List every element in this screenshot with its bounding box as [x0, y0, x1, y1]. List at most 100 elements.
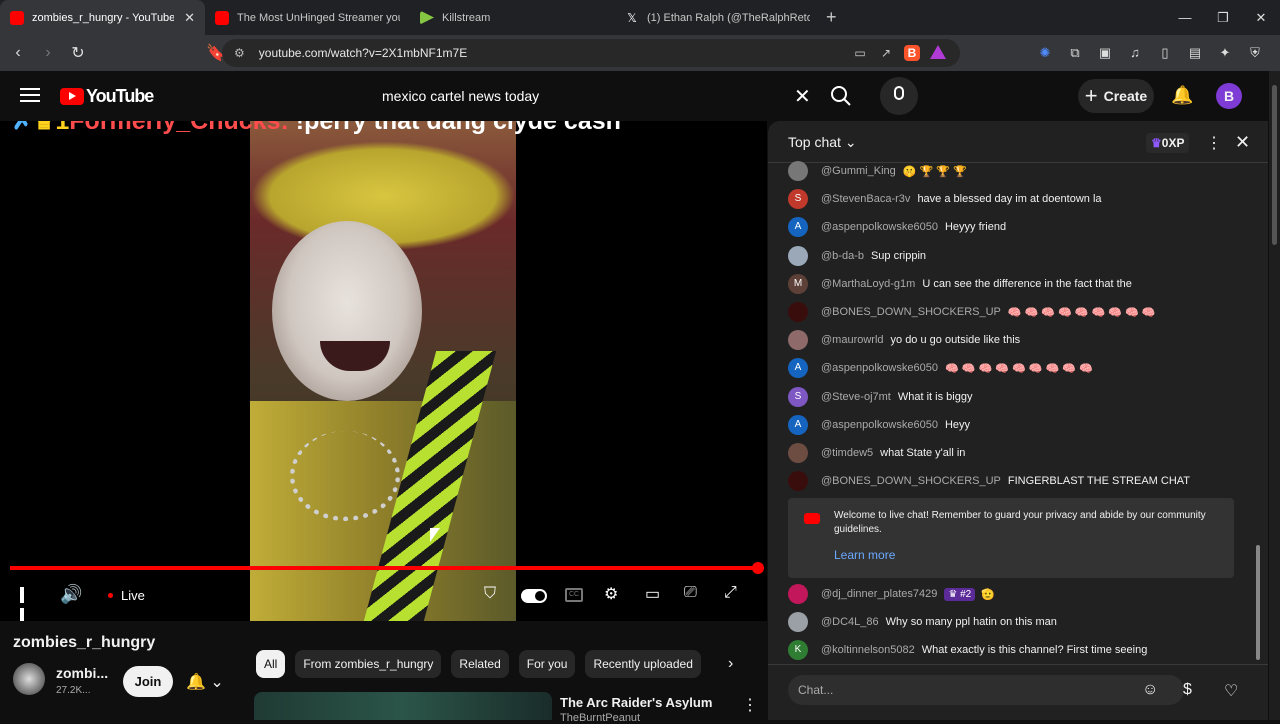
create-button[interactable]: + Create [1078, 79, 1154, 113]
close-chat-icon[interactable]: ✕ [1235, 132, 1250, 153]
super-chat-icon[interactable]: $ [1183, 681, 1192, 699]
search-input[interactable]: mexico cartel news today [368, 79, 822, 113]
heart-icon[interactable]: ♡ [1224, 681, 1238, 701]
maximize-button[interactable]: ❐ [1204, 0, 1242, 35]
progress-scrubber[interactable] [752, 562, 764, 574]
chat-author[interactable]: @aspenpolkowske6050 [821, 419, 938, 431]
cast-icon[interactable]: ⎚ [684, 584, 697, 602]
search-icon[interactable] [830, 85, 852, 107]
chat-more-icon[interactable]: ⋮ [1206, 133, 1222, 153]
chat-avatar[interactable]: K [788, 640, 808, 661]
chat-author[interactable]: @dj_dinner_plates7429 [821, 588, 937, 600]
settings-gear-icon[interactable]: ⚙ [604, 584, 618, 604]
tab-killstream[interactable]: Killstream [410, 0, 615, 35]
page-scrollbar-thumb[interactable] [1272, 85, 1277, 245]
theater-mode-icon[interactable]: ▭ [645, 584, 660, 604]
tab-twitter[interactable]: 𝕏 (1) Ethan Ralph (@TheRalphRetort) / [615, 0, 820, 35]
channel-avatar[interactable] [13, 663, 45, 695]
chat-avatar[interactable]: A [788, 358, 808, 379]
chat-avatar[interactable] [788, 471, 808, 492]
autoplay-toggle[interactable] [521, 589, 547, 603]
chat-message[interactable]: @timdew5 what State y'all in [788, 439, 1248, 467]
voice-search-button[interactable] [880, 77, 918, 115]
chat-author[interactable]: @MarthaLoyd-g1m [821, 278, 915, 290]
chat-avatar[interactable]: A [788, 414, 808, 435]
emoji-icon[interactable]: ☺ [1142, 681, 1158, 699]
chat-avatar[interactable] [788, 245, 808, 266]
chevron-right-icon[interactable]: › [728, 655, 733, 673]
captions-icon[interactable]: CC [565, 588, 583, 602]
chat-author[interactable]: @DC4L_86 [821, 616, 879, 628]
chat-author[interactable]: @Gummi_King [821, 165, 896, 177]
chat-message[interactable]: K @koltinnelson5082 What exactly is this c… [788, 636, 1248, 664]
progress-bar[interactable] [10, 566, 760, 570]
youtube-logo[interactable]: YouTube [60, 86, 154, 107]
screen-cast-icon[interactable]: ▭ [852, 45, 868, 61]
chat-author[interactable]: @BONES_DOWN_SHOCKERS_UP [821, 306, 1001, 318]
chat-message[interactable]: @DC4L_86 Why so many ppl hatin on this ma… [788, 608, 1248, 636]
chat-avatar[interactable] [788, 302, 808, 323]
top-chat-dropdown[interactable]: Top chat ⌄ [788, 134, 857, 151]
chat-avatar[interactable] [788, 612, 808, 633]
extension-icon[interactable]: ✺ [1036, 44, 1054, 62]
chat-avatar[interactable] [788, 330, 808, 351]
tab-youtube-active[interactable]: zombies_r_hungry - YouTube ✕ [0, 0, 205, 35]
ai-icon[interactable]: ✦ [1216, 44, 1234, 62]
chat-message[interactable]: S @Steve-oj7mt What it is biggy [788, 383, 1248, 411]
chat-message[interactable]: @Gummi_King 🤫 🏆 🏆 🏆 [788, 157, 1248, 185]
chat-author[interactable]: @koltinnelson5082 [821, 644, 915, 656]
chat-message[interactable]: @BONES_DOWN_SHOCKERS_UP FINGERBLAST THE S… [788, 467, 1248, 495]
wallet-icon[interactable]: ▤ [1186, 44, 1204, 62]
close-icon[interactable]: ✕ [184, 10, 195, 26]
chat-avatar[interactable] [788, 442, 808, 463]
forward-button[interactable]: › [36, 44, 60, 62]
chat-author[interactable]: @aspenpolkowske6050 [821, 221, 938, 233]
new-tab-button[interactable]: + [826, 7, 837, 28]
chat-avatar[interactable] [788, 161, 808, 182]
account-avatar[interactable]: B [1216, 83, 1242, 109]
shield-icon[interactable]: ⛉ [484, 585, 496, 603]
chat-avatar[interactable]: A [788, 217, 808, 238]
chip-all[interactable]: All [256, 650, 286, 678]
chat-message[interactable]: S @StevenBaca-r3v have a blessed day im at… [788, 185, 1248, 213]
vpn-icon[interactable]: ⛨ [1246, 44, 1264, 62]
music-icon[interactable]: ♫ [1126, 44, 1144, 62]
menu-icon[interactable]: ≡ [1276, 44, 1280, 62]
chat-message[interactable]: @BONES_DOWN_SHOCKERS_UP 🧠 🧠 🧠 🧠 🧠 🧠 🧠 🧠 🧠 [788, 298, 1248, 326]
brave-rewards-icon[interactable] [930, 45, 946, 59]
sidebar-icon[interactable]: ▯ [1156, 44, 1174, 62]
notifications-bell-icon[interactable]: 🔔 [1171, 85, 1193, 106]
chat-message[interactable]: @b-da-b Sup crippin [788, 242, 1248, 270]
back-button[interactable]: ‹ [6, 44, 30, 62]
brave-shields-icon[interactable]: B [904, 45, 920, 61]
chat-scrollbar[interactable] [1256, 545, 1260, 660]
chat-message[interactable]: A @aspenpolkowske6050 Heyy [788, 411, 1248, 439]
chat-message[interactable]: A @aspenpolkowske6050 Heyyy friend [788, 213, 1248, 241]
chat-avatar[interactable]: S [788, 386, 808, 407]
site-settings-icon[interactable]: ⚙ [234, 46, 245, 60]
chat-message[interactable]: A @aspenpolkowske6050 🧠 🧠 🧠 🧠 🧠 🧠 🧠 🧠 🧠 [788, 354, 1248, 382]
url-field[interactable]: ⚙ youtube.com/watch?v=2X1mbNF1m7E ▭ ↗ B [222, 39, 960, 67]
chip-from-channel[interactable]: From zombies_r_hungry [295, 650, 442, 678]
chat-avatar[interactable]: M [788, 273, 808, 294]
fullscreen-icon[interactable]: ⤢ [724, 584, 737, 602]
window-icon[interactable]: ▣ [1096, 44, 1114, 62]
recommended-thumbnail[interactable] [254, 692, 552, 720]
window-close-button[interactable]: ✕ [1242, 0, 1280, 35]
chat-input[interactable]: Chat... [788, 675, 1184, 705]
minimize-button[interactable]: — [1166, 0, 1204, 35]
chat-avatar[interactable] [788, 584, 808, 605]
chat-author[interactable]: @StevenBaca-r3v [821, 193, 910, 205]
subscription-bell-icon[interactable]: 🔔 ⌄ [186, 672, 224, 692]
hamburger-menu-icon[interactable] [20, 88, 40, 106]
chat-author[interactable]: @timdew5 [821, 447, 873, 459]
chat-message[interactable]: M @MarthaLoyd-g1m U can see the difference… [788, 270, 1248, 298]
chat-author[interactable]: @maurowrld [821, 334, 884, 346]
chat-author[interactable]: @aspenpolkowske6050 [821, 362, 938, 374]
xp-badge[interactable]: ♛0XP [1146, 133, 1190, 153]
share-icon[interactable]: ↗ [878, 45, 894, 61]
recommended-title[interactable]: The Arc Raider's Asylum [560, 695, 712, 710]
video-player[interactable]: ✗♛1Formerly_Chucks: !perry that dang cly… [0, 121, 767, 621]
chat-author[interactable]: @BONES_DOWN_SHOCKERS_UP [821, 475, 1001, 487]
tab-unhinged[interactable]: The Most UnHinged Streamer you've [205, 0, 410, 35]
